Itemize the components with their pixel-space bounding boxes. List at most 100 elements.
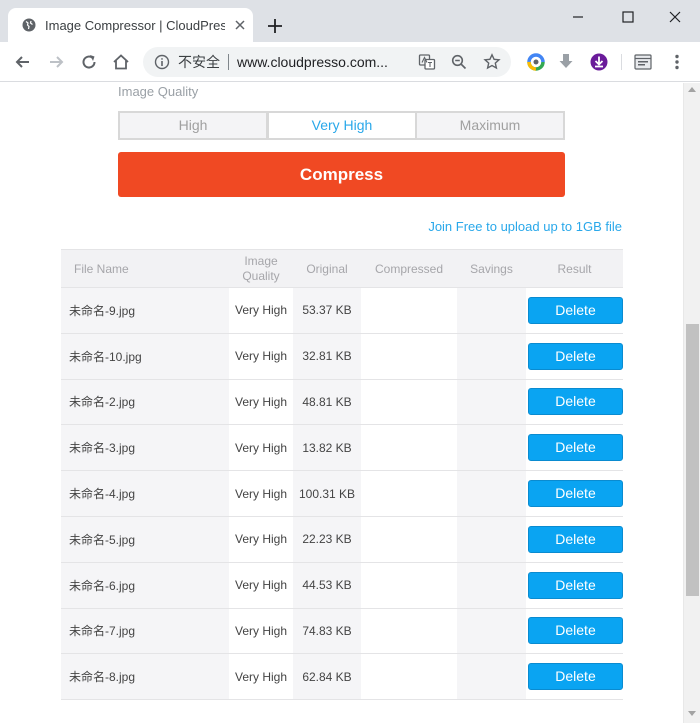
browser-tab[interactable]: Image Compressor | CloudPresso	[8, 8, 253, 42]
delete-button[interactable]: Delete	[528, 388, 623, 416]
back-arrow-icon[interactable]	[13, 52, 33, 72]
page-scrollbar[interactable]	[683, 83, 700, 723]
more-menu-icon[interactable]	[667, 52, 687, 72]
header-compressed: Compressed	[374, 261, 444, 276]
result-cell: Delete	[526, 471, 623, 516]
compressed-size-cell	[361, 562, 457, 608]
file-name-cell: 未命名-7.jpg	[61, 608, 229, 654]
table-body: 未命名-9.jpg Very High 53.37 KB Delete 未命名-10.j…	[61, 288, 623, 701]
reload-icon[interactable]	[79, 52, 99, 72]
scroll-down-arrow-icon[interactable]	[688, 711, 696, 716]
image-quality-cell: Very High	[229, 562, 293, 608]
table-row: 未命名-8.jpg Very High 62.84 KB Delete	[61, 654, 623, 701]
download-manager-icon[interactable]	[589, 52, 609, 72]
compress-button[interactable]: Compress	[118, 152, 565, 197]
tab-title: Image Compressor | CloudPresso	[45, 18, 225, 33]
address-bar[interactable]: 不安全 www.cloudpresso.com...	[143, 47, 511, 77]
url-text[interactable]: www.cloudpresso.com...	[237, 53, 407, 71]
image-quality-cell: Very High	[229, 288, 293, 333]
savings-cell	[457, 516, 526, 562]
original-size-cell: 32.81 KB	[293, 333, 361, 379]
quality-option-maximum[interactable]: Maximum	[417, 113, 563, 138]
original-size-cell: 22.23 KB	[293, 516, 361, 562]
globe-icon	[22, 18, 36, 32]
close-tab-icon[interactable]	[232, 17, 248, 33]
translate-icon[interactable]	[418, 53, 436, 71]
original-size-cell: 62.84 KB	[293, 654, 361, 700]
join-free-link[interactable]: Join Free to upload up to 1GB file	[380, 219, 622, 235]
table-row: 未命名-7.jpg Very High 74.83 KB Delete	[61, 608, 623, 655]
minimize-icon[interactable]	[567, 6, 589, 28]
savings-cell	[457, 608, 526, 654]
maximize-icon[interactable]	[617, 6, 639, 28]
original-size-cell: 100.31 KB	[293, 471, 361, 516]
delete-button[interactable]: Delete	[528, 525, 623, 553]
result-cell: Delete	[526, 608, 623, 654]
file-name-cell: 未命名-2.jpg	[61, 379, 229, 425]
delete-button[interactable]: Delete	[528, 434, 623, 462]
header-file-name: File Name	[74, 261, 129, 276]
bookmark-star-icon[interactable]	[483, 53, 501, 71]
files-table: File Name Image Quality Original Compres…	[61, 249, 623, 701]
delete-button[interactable]: Delete	[528, 296, 623, 324]
scroll-up-arrow-icon[interactable]	[688, 87, 696, 92]
result-cell: Delete	[526, 333, 623, 379]
savings-cell	[457, 425, 526, 471]
image-quality-cell: Very High	[229, 654, 293, 700]
quality-option-high[interactable]: High	[120, 113, 267, 138]
delete-button[interactable]: Delete	[528, 663, 623, 691]
extension-color-icon[interactable]	[526, 52, 546, 72]
table-row: 未命名-5.jpg Very High 22.23 KB Delete	[61, 516, 623, 563]
header-result: Result	[557, 261, 592, 276]
new-tab-icon[interactable]	[266, 17, 284, 35]
delete-button[interactable]: Delete	[528, 342, 623, 370]
delete-button[interactable]: Delete	[528, 617, 623, 645]
savings-cell	[457, 471, 526, 516]
delete-button[interactable]: Delete	[528, 480, 623, 508]
table-row: 未命名-3.jpg Very High 13.82 KB Delete	[61, 425, 623, 472]
savings-cell	[457, 288, 526, 333]
screenshot-extension-icon[interactable]	[633, 52, 653, 72]
header-image-quality-line1: Image	[244, 254, 278, 268]
compressed-size-cell	[361, 516, 457, 562]
image-quality-cell: Very High	[229, 471, 293, 516]
compressed-size-cell	[361, 425, 457, 471]
security-status[interactable]: 不安全	[178, 53, 220, 71]
download-icon[interactable]	[556, 52, 576, 72]
file-name-cell: 未命名-4.jpg	[61, 471, 229, 516]
result-cell: Delete	[526, 379, 623, 425]
quality-option-very-high[interactable]: Very High	[267, 111, 417, 140]
image-quality-cell: Very High	[229, 608, 293, 654]
table-row: 未命名-4.jpg Very High 100.31 KB Delete	[61, 471, 623, 517]
page-content: Image Quality High Very High Maximum Com…	[0, 83, 683, 723]
result-cell: Delete	[526, 288, 623, 333]
savings-cell	[457, 562, 526, 608]
table-row: 未命名-9.jpg Very High 53.37 KB Delete	[61, 288, 623, 334]
table-header: File Name Image Quality Original Compres…	[61, 249, 623, 288]
scrollbar-thumb[interactable]	[686, 324, 699, 596]
file-name-cell: 未命名-8.jpg	[61, 654, 229, 700]
browser-tabstrip: Image Compressor | CloudPresso	[0, 0, 700, 42]
info-icon[interactable]	[154, 54, 170, 70]
image-quality-label: Image Quality	[118, 84, 199, 99]
image-quality-cell: Very High	[229, 379, 293, 425]
delete-button[interactable]: Delete	[528, 571, 623, 599]
file-name-cell: 未命名-10.jpg	[61, 333, 229, 379]
compressed-size-cell	[361, 333, 457, 379]
savings-cell	[457, 379, 526, 425]
header-savings: Savings	[470, 261, 513, 276]
savings-cell	[457, 333, 526, 379]
result-cell: Delete	[526, 425, 623, 471]
compressed-size-cell	[361, 608, 457, 654]
browser-toolbar: 不安全 www.cloudpresso.com...	[0, 42, 700, 82]
close-window-icon[interactable]	[664, 6, 686, 28]
zoom-icon[interactable]	[450, 53, 468, 71]
result-cell: Delete	[526, 516, 623, 562]
compressed-size-cell	[361, 471, 457, 516]
compressed-size-cell	[361, 654, 457, 700]
home-icon[interactable]	[111, 52, 131, 72]
omnibox-divider	[228, 54, 229, 70]
header-image-quality-line2: Quality	[242, 269, 280, 283]
result-cell: Delete	[526, 562, 623, 608]
forward-arrow-icon[interactable]	[46, 52, 66, 72]
